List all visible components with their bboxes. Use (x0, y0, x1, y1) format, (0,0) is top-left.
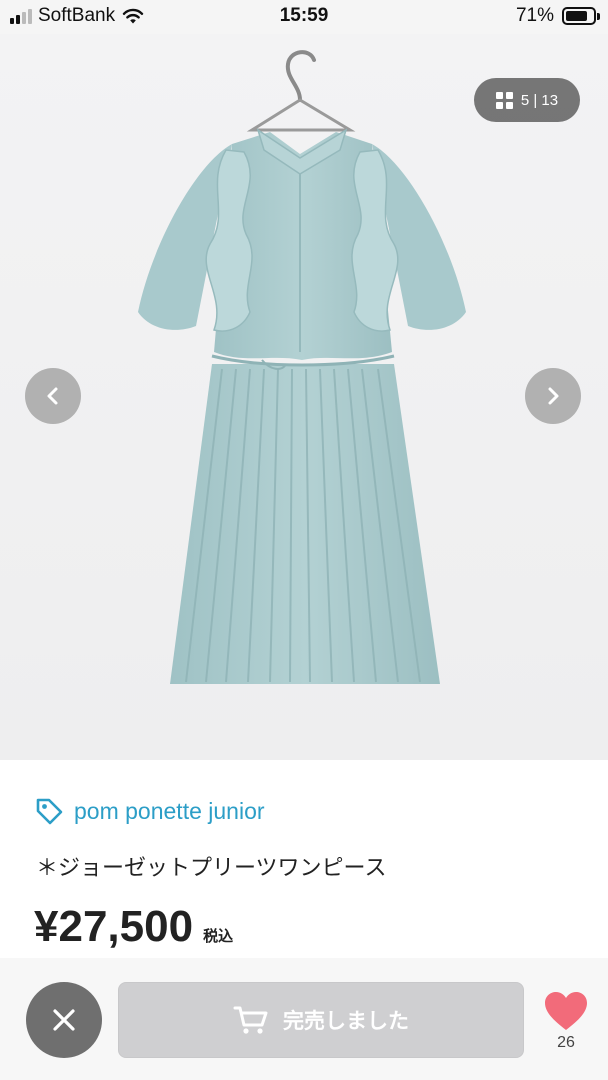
product-image-gallery[interactable]: 5 | 13 (0, 34, 608, 760)
heart-icon (545, 992, 587, 1030)
status-right: 71% (515, 5, 600, 27)
product-title: ＊ジョーゼットプリーツワンピース (36, 856, 387, 881)
close-icon (53, 1009, 75, 1031)
like-count: 26 (557, 1034, 575, 1051)
price-row: ¥27,500 税込 (34, 902, 233, 952)
close-button[interactable] (26, 982, 102, 1058)
cart-icon (233, 1006, 268, 1034)
product-image (138, 50, 466, 684)
product-price: ¥27,500 (34, 902, 194, 951)
chevron-left-icon (47, 387, 58, 405)
next-image-button[interactable] (525, 368, 581, 424)
status-bar: SoftBank 15:59 71% (0, 0, 608, 34)
grid-icon (495, 91, 513, 109)
battery-icon (562, 7, 600, 25)
image-counter-text: 5 | 13 (520, 91, 559, 109)
brand-link[interactable]: pom ponette junior (34, 796, 265, 826)
bottom-action-bar: 完売しました 26 (0, 958, 608, 1080)
image-counter-button[interactable]: 5 | 13 (474, 78, 580, 122)
sold-out-button[interactable]: 完売しました (118, 982, 524, 1058)
chevron-right-icon (548, 387, 559, 405)
tag-icon (36, 798, 63, 825)
tax-label: 税込 (203, 927, 234, 945)
sold-out-label: 完売しました (283, 1009, 409, 1033)
prev-image-button[interactable] (25, 368, 81, 424)
brand-name: pom ponette junior (74, 797, 265, 824)
like-button[interactable]: 26 (540, 990, 592, 1052)
battery-percent: 71% (515, 5, 554, 26)
